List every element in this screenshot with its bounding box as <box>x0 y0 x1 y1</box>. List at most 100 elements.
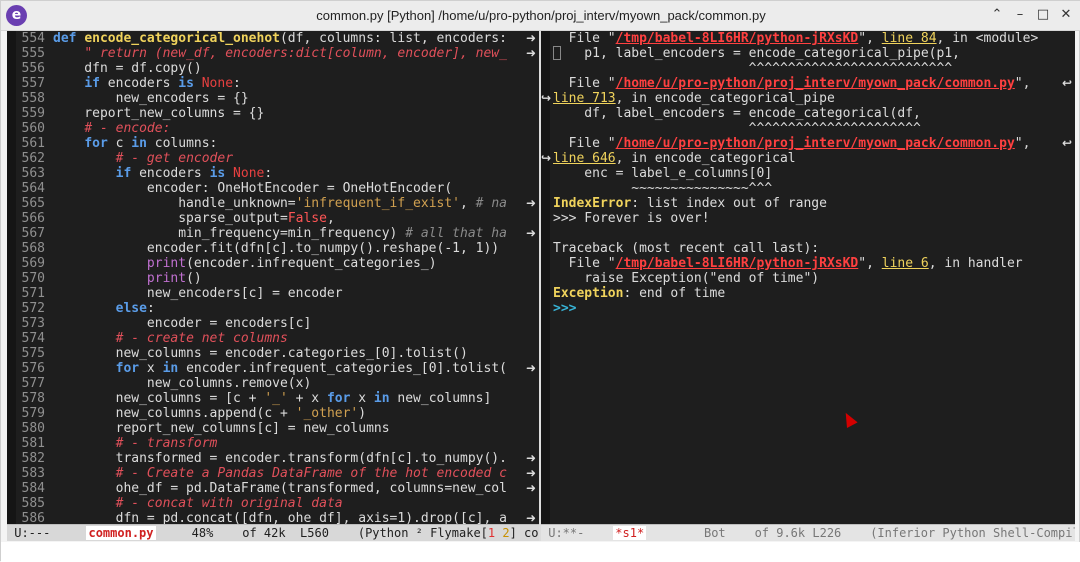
code-text: encoder = encoders[c] <box>53 316 312 331</box>
code-line[interactable]: 583 # - Create a Pandas DataFrame of the… <box>7 466 507 481</box>
code-line[interactable]: 559 report_new_columns = {} <box>7 106 265 121</box>
code-line[interactable]: 567 min_frequency=min_frequency) # all t… <box>7 226 507 241</box>
code-line[interactable]: 571 new_encoders[c] = encoder <box>7 286 343 301</box>
code-line[interactable]: 579 new_columns.append(c + '_other') <box>7 406 367 421</box>
chevron-up-icon[interactable]: ⌃ <box>989 7 1005 23</box>
line-number: 559 <box>21 106 45 121</box>
editor-pane[interactable]: 554 def encode_categorical_onehot(df, col… <box>7 31 539 524</box>
code-line[interactable]: 564 encoder: OneHotEncoder = OneHotEncod… <box>7 181 453 196</box>
emacs-window: e common.py [Python] /home/u/pro-python/… <box>0 0 1080 562</box>
traceback-line: ^^^^^^^^^^^^^^^^^^^^^^^^^^ <box>553 61 953 76</box>
line-number: 584 <box>21 481 45 496</box>
line-number: 574 <box>21 331 45 346</box>
line-number: 583 <box>21 466 45 481</box>
line-link[interactable]: line 84 <box>882 31 937 46</box>
code-line[interactable]: 568 encoder.fit(dfn[c].to_numpy().reshap… <box>7 241 500 256</box>
traceback-line: enc = label_e_columns[0] <box>553 166 773 181</box>
code-line[interactable]: 586 dfn = pd.concat([dfn, ohe_df], axis=… <box>7 511 507 524</box>
traceback-line: ^^^^^^^^^^^^^^^^^^^^^^ <box>553 121 921 136</box>
code-line[interactable]: 581 # - transform <box>7 436 218 451</box>
file-link[interactable]: /home/u/pro-python/proj_interv/myown_pac… <box>616 76 1015 91</box>
code-line[interactable]: 560 # - encode: <box>7 121 171 136</box>
buffer-state: U:--- <box>14 526 51 540</box>
line-number: 554 <box>21 31 45 46</box>
line-number: 586 <box>21 511 45 524</box>
major-mode[interactable]: (Python ² Flymake[ <box>358 526 488 540</box>
line-number: 570 <box>21 271 45 286</box>
traceback-line: ~~~~~~~~~~~~~~~^^^ <box>553 181 773 196</box>
truncation-arrow-icon: ➜ <box>525 511 536 524</box>
code-line[interactable]: 578 new_columns = [c + '_' + x for x in … <box>7 391 492 406</box>
code-line[interactable]: 585 # - concat with original data <box>7 496 343 511</box>
code-line[interactable]: 562 # - get encoder <box>7 151 234 166</box>
minimize-icon[interactable]: – <box>1012 7 1028 23</box>
line-number: 572 <box>21 301 45 316</box>
line-number: 561 <box>21 136 45 151</box>
shell-pane[interactable]: File "/tmp/babel-8LI6HR/python-jRXsKD", … <box>541 31 1075 524</box>
truncation-arrow-icon: ➜ <box>525 466 536 480</box>
truncation-arrow-icon: ➜ <box>525 196 536 210</box>
code-text: for x in encoder.infrequent_categories_[… <box>115 361 507 376</box>
code-text: min_frequency=min_frequency) # all that … <box>53 226 507 241</box>
maximize-icon[interactable]: □ <box>1035 7 1051 23</box>
code-text: new_encoders[c] = encoder <box>53 286 343 301</box>
code-line[interactable]: 584 ohe_df = pd.DataFrame(transformed, c… <box>7 481 507 496</box>
code-text: dfn = pd.concat([dfn, ohe_df], axis=1).d… <box>53 511 507 524</box>
truncation-arrow-icon: ➜ <box>525 481 536 495</box>
code-line[interactable]: 572 else: <box>7 301 155 316</box>
code-line[interactable]: 580 report_new_columns[c] = new_columns <box>7 421 390 436</box>
major-mode[interactable]: (Inferior Python Shell-Compile d <box>870 526 1075 540</box>
close-icon[interactable]: ✕ <box>1058 7 1074 23</box>
code-line[interactable]: 554 def encode_categorical_onehot(df, col… <box>7 31 507 46</box>
code-line[interactable]: 573 encoder = encoders[c] <box>7 316 312 331</box>
shell-prompt[interactable]: >>> <box>553 301 576 316</box>
code-line[interactable]: 565 handle_unknown='infrequent_if_exist'… <box>7 196 507 211</box>
code-text: # - get encoder <box>115 151 234 166</box>
code-line[interactable]: 556 dfn = df.copy() <box>7 61 202 76</box>
line-number: 562 <box>21 151 45 166</box>
flymake-errors[interactable]: 1 <box>488 526 495 540</box>
code-line[interactable]: 563 if encoders is None: <box>7 166 273 181</box>
line-number: 568 <box>21 241 45 256</box>
code-line[interactable]: 558 new_encoders = {} <box>7 91 249 106</box>
traceback-line: p1, label_encoders = encode_categorical_… <box>553 46 960 61</box>
truncation-arrow-icon: ➜ <box>525 361 536 375</box>
file-link[interactable]: /tmp/babel-8LI6HR/python-jRXsKD <box>616 31 859 46</box>
line-number: 557 <box>21 76 45 91</box>
line-number: 566 <box>21 211 45 226</box>
code-line[interactable]: 561 for c in columns: <box>7 136 218 151</box>
file-link[interactable]: /home/u/pro-python/proj_interv/myown_pac… <box>616 136 1015 151</box>
code-line[interactable]: 566 sparse_output=False, <box>7 211 335 226</box>
line-number: 579 <box>21 406 45 421</box>
line-link[interactable]: line 6 <box>882 256 929 271</box>
code-line[interactable]: 569 print(encoder.infrequent_categories_… <box>7 256 437 271</box>
buffer-name[interactable]: common.py <box>86 526 156 540</box>
code-line[interactable]: 557 if encoders is None: <box>7 76 241 91</box>
code-text: # - Create a Pandas DataFrame of the hot… <box>115 466 507 481</box>
modeline-right[interactable]: U:**- *s1* Bot of 9.6k L226 (Inferior Py… <box>541 524 1075 541</box>
code-line[interactable]: 555 " return (new_df, encoders:dict[colu… <box>7 46 507 61</box>
code-text: new_columns.append(c + '_other') <box>53 406 367 421</box>
line-number: 567 <box>21 226 45 241</box>
line-link[interactable]: line 713 <box>553 91 616 106</box>
buffer-name[interactable]: *s1* <box>613 526 647 540</box>
line-number: L226 <box>812 526 842 540</box>
code-line[interactable]: 582 transformed = encoder.transform(dfn[… <box>7 451 507 466</box>
minibuffer[interactable] <box>1 542 1080 562</box>
line-link[interactable]: line 646 <box>553 151 616 166</box>
code-line[interactable]: 574 # - create net columns <box>7 331 288 346</box>
code-text: report_new_columns = {} <box>53 106 265 121</box>
file-link[interactable]: /tmp/babel-8LI6HR/python-jRXsKD <box>616 256 859 271</box>
line-number: 571 <box>21 286 45 301</box>
flymake-warnings[interactable]: 2 <box>502 526 509 540</box>
modeline-left[interactable]: U:--- common.py 48% of 42k L560 (Python … <box>7 524 539 541</box>
code-line[interactable]: 577 new_columns.remove(x) <box>7 376 312 391</box>
code-line[interactable]: 576 for x in encoder.infrequent_categori… <box>7 361 507 376</box>
line-number: 573 <box>21 316 45 331</box>
code-text: else: <box>115 301 155 316</box>
code-text: # - transform <box>115 436 218 451</box>
code-line[interactable]: 570 print() <box>7 271 202 286</box>
code-text: if encoders is None: <box>115 166 273 181</box>
code-text: encoder: OneHotEncoder = OneHotEncoder( <box>53 181 453 196</box>
code-line[interactable]: 575 new_columns = encoder.categories_[0]… <box>7 346 468 361</box>
